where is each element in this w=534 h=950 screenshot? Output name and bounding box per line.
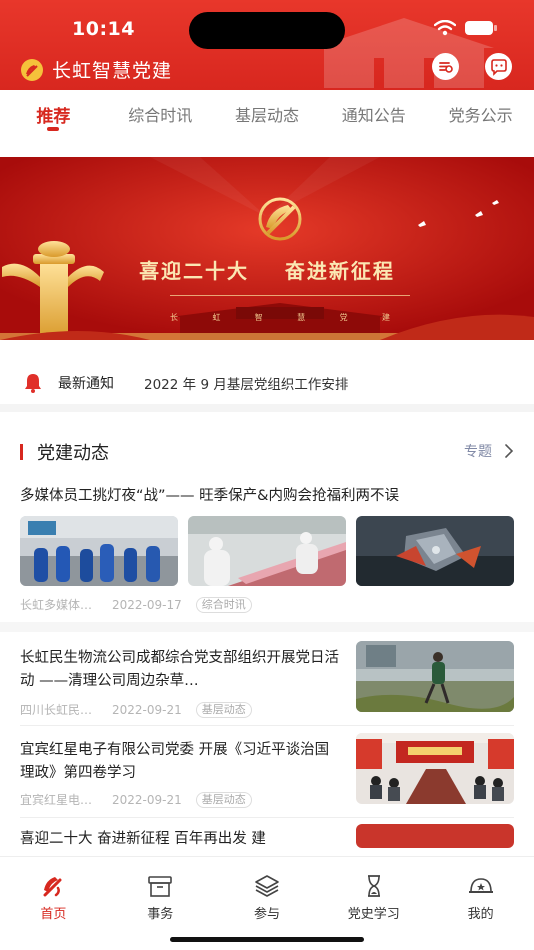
nav-history-label: 党史学习 bbox=[347, 907, 400, 922]
section-divider bbox=[0, 404, 534, 412]
wifi-icon bbox=[434, 20, 456, 36]
tab-publicity[interactable]: 党务公示 bbox=[427, 90, 534, 134]
news-source: 宜宾红星电… bbox=[20, 793, 93, 807]
message-button[interactable] bbox=[485, 53, 512, 80]
header-actions bbox=[432, 53, 512, 80]
chevron-right-icon bbox=[505, 444, 514, 458]
topics-label: 专题 bbox=[464, 444, 492, 460]
banner-sub-char: 长 bbox=[170, 313, 178, 322]
news-meta: 四川长虹民… 2022-09-21 基层动态 bbox=[20, 701, 252, 718]
nav-participate[interactable]: 参与 bbox=[214, 857, 321, 927]
news-tag[interactable]: 基层动态 bbox=[195, 791, 252, 808]
bottom-navigation: 首页 事务 参与 党史学习 我的 bbox=[0, 856, 534, 950]
message-icon bbox=[490, 58, 507, 76]
nav-affairs-label: 事务 bbox=[147, 907, 174, 922]
home-indicator[interactable] bbox=[170, 937, 364, 942]
news-thumbnails[interactable] bbox=[20, 516, 514, 586]
category-tabs: 推荐 综合时讯 基层动态 通知公告 党务公示 bbox=[0, 90, 534, 134]
nav-home[interactable]: 首页 bbox=[0, 857, 107, 927]
workshop-photo bbox=[188, 516, 346, 586]
hourglass-icon bbox=[367, 875, 380, 897]
news-source: 长虹多媒体… bbox=[20, 598, 93, 612]
news-item[interactable]: 宜宾红星电子有限公司党委 开展《习近平谈治国理政》第四卷学习 宜宾红星电… 20… bbox=[20, 733, 514, 809]
banner-subtitle: 长 虹 智 慧 党 建 bbox=[170, 312, 390, 323]
news-tag[interactable]: 综合时讯 bbox=[195, 596, 252, 613]
notice-text[interactable]: 2022 年 9 月基层党组织工作安排 bbox=[144, 373, 348, 393]
news-item[interactable]: 喜迎二十大 奋进新征程 百年再出发 建 bbox=[20, 824, 514, 848]
news-title[interactable]: 长虹民生物流公司成都综合党支部组织开展党日活动 ——清理公司周边杂草… bbox=[20, 647, 340, 693]
nav-affairs[interactable]: 事务 bbox=[107, 857, 214, 927]
news-thumbnail[interactable] bbox=[188, 516, 346, 586]
banner-sub-char: 虹 bbox=[212, 313, 221, 322]
archive-box-icon bbox=[148, 876, 172, 897]
news-meta: 长虹多媒体… 2022-09-17 综合时讯 bbox=[20, 596, 252, 613]
status-time: 10:14 bbox=[72, 18, 135, 40]
notice-label: 最新通知 bbox=[58, 376, 114, 392]
meeting-photo bbox=[356, 733, 514, 804]
news-tag[interactable]: 基层动态 bbox=[195, 701, 252, 718]
factory-photo bbox=[20, 516, 178, 586]
banner-sub-char: 智 bbox=[254, 313, 263, 322]
item-gap bbox=[0, 622, 534, 632]
nav-home-label: 首页 bbox=[40, 907, 67, 922]
news-date: 2022-09-21 bbox=[112, 792, 182, 807]
tab-notices[interactable]: 通知公告 bbox=[320, 90, 427, 134]
banner-sub-char: 慧 bbox=[297, 313, 306, 322]
status-icons bbox=[434, 20, 498, 36]
layers-icon bbox=[255, 875, 279, 897]
latest-notice-bar[interactable]: 最新通知 2022 年 9 月基层党组织工作安排 bbox=[0, 362, 534, 404]
party-emblem-icon bbox=[43, 877, 62, 897]
tab-recommend[interactable]: 推荐 bbox=[0, 90, 107, 134]
row-divider bbox=[20, 725, 514, 726]
row-divider bbox=[20, 817, 514, 818]
nav-participate-label: 参与 bbox=[253, 907, 280, 922]
banner-sub-char: 建 bbox=[381, 313, 390, 322]
weeding-photo bbox=[356, 641, 514, 712]
search-button[interactable] bbox=[432, 53, 459, 80]
news-title[interactable]: 多媒体员工挑灯夜“战”—— 旺季保产&内购会抢福利两不误 bbox=[20, 485, 514, 508]
news-title[interactable]: 喜迎二十大 奋进新征程 百年再出发 建 bbox=[20, 828, 340, 848]
nav-history[interactable]: 党史学习 bbox=[320, 857, 427, 927]
news-thumbnail[interactable] bbox=[356, 733, 514, 804]
news-source: 四川长虹民… bbox=[20, 703, 93, 717]
news-meta: 宜宾红星电… 2022-09-21 基层动态 bbox=[20, 791, 252, 808]
news-thumbnail[interactable] bbox=[356, 516, 514, 586]
news-date: 2022-09-21 bbox=[112, 702, 182, 717]
news-date: 2022-09-17 bbox=[112, 597, 182, 612]
battery-icon bbox=[465, 21, 497, 35]
tab-bar: 首页 事务 参与 党史学习 我的 bbox=[0, 857, 534, 927]
app-screen: 10:14 长虹智慧党建 推荐 综合时讯 基层动态 通知公告 党务公示 喜迎二十… bbox=[0, 0, 534, 950]
tab-news[interactable]: 综合时讯 bbox=[107, 90, 214, 134]
robot-render bbox=[356, 516, 514, 586]
topics-link[interactable]: 专题 bbox=[464, 441, 514, 461]
news-thumbnail[interactable] bbox=[356, 641, 514, 712]
section-title: 党建动态 bbox=[37, 443, 109, 464]
news-item[interactable]: 长虹民生物流公司成都综合党支部组织开展党日活动 ——清理公司周边杂草… 四川长虹… bbox=[20, 641, 514, 718]
party-cap-icon bbox=[468, 878, 493, 893]
nav-mine[interactable]: 我的 bbox=[427, 857, 534, 927]
news-title[interactable]: 宜宾红星电子有限公司党委 开展《习近平谈治国理政》第四卷学习 bbox=[20, 739, 340, 785]
news-thumbnail[interactable] bbox=[356, 824, 514, 848]
app-title: 长虹智慧党建 bbox=[20, 56, 172, 83]
party-emblem-icon bbox=[21, 58, 43, 81]
banner-title: 喜迎二十大 奋进新征程 bbox=[139, 259, 395, 283]
news-thumbnail[interactable] bbox=[20, 516, 178, 586]
camera-notch bbox=[189, 12, 345, 49]
app-header: 10:14 长虹智慧党建 bbox=[0, 0, 534, 90]
search-icon bbox=[439, 62, 453, 73]
section-header: 党建动态 专题 bbox=[0, 438, 534, 466]
section-accent-bar bbox=[20, 444, 23, 460]
app-name: 长虹智慧党建 bbox=[52, 60, 173, 82]
bell-icon bbox=[25, 374, 41, 393]
banner-sub-char: 党 bbox=[339, 313, 348, 322]
nav-mine-label: 我的 bbox=[467, 907, 494, 922]
tab-grassroots[interactable]: 基层动态 bbox=[214, 90, 321, 134]
